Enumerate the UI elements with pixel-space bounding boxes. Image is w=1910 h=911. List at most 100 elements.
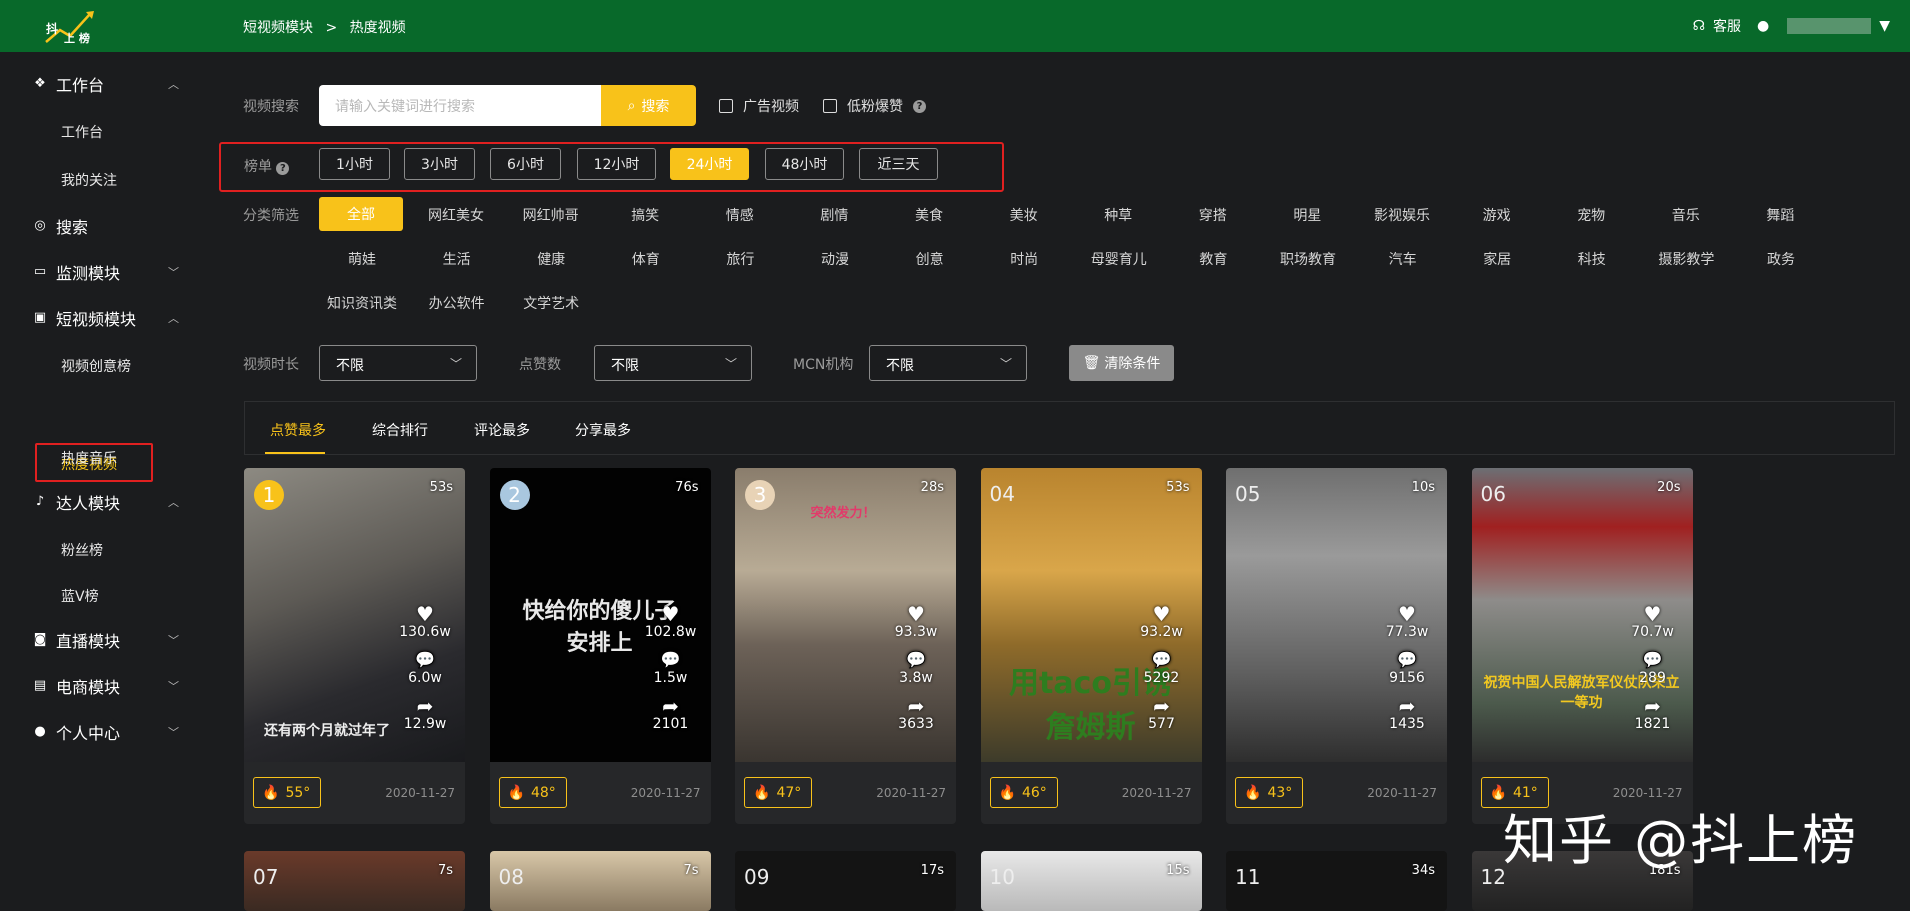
category-item[interactable]: 搞笑 — [605, 205, 685, 225]
clear-conditions-button[interactable]: 🗑 清除条件 — [1069, 345, 1174, 381]
category-item[interactable]: 母婴育儿 — [1079, 249, 1159, 269]
video-thumbnail[interactable]: 04 53s 用taco引诱詹姆斯 ♥ 93.2w 💬 5292 ➦ 577 — [980, 468, 1202, 762]
duration-select[interactable]: 不限 ﹀ — [319, 345, 477, 381]
category-item[interactable]: 旅行 — [700, 249, 780, 269]
category-item[interactable]: 生活 — [417, 249, 497, 269]
category-item[interactable]: 宠物 — [1551, 205, 1631, 225]
sidebar-sub-hot-music[interactable]: 热度音乐 — [61, 448, 117, 468]
category-item[interactable]: 家居 — [1457, 249, 1537, 269]
sidebar-sub-fans-list[interactable]: 粉丝榜 — [61, 540, 103, 560]
likes-count: 77.3w — [1385, 624, 1429, 640]
category-item[interactable]: 影视娱乐 — [1362, 205, 1442, 225]
logo[interactable]: 抖 上 榜 — [40, 8, 104, 46]
video-thumbnail[interactable]: 3 28s 突然发力！ ♥ 93.3w 💬 3.8w ➦ 3633 — [735, 468, 956, 762]
range-12h[interactable]: 12小时 — [577, 148, 656, 180]
help-icon[interactable]: ? — [913, 99, 926, 113]
video-card[interactable]: 04 53s 用taco引诱詹姆斯 ♥ 93.2w 💬 5292 ➦ 577 🔥 46… — [980, 468, 1202, 824]
low-fan-checkbox[interactable]: 低粉爆赞 ? — [823, 96, 926, 116]
sidebar-label: 工作台 — [56, 76, 105, 95]
category-item[interactable]: 萌娃 — [322, 249, 402, 269]
checkbox-box[interactable] — [823, 99, 837, 113]
sidebar-sub-creative-list[interactable]: 视频创意榜 — [61, 356, 131, 376]
range-24h[interactable]: 24小时 — [670, 148, 749, 180]
sidebar-item-search[interactable]: ◎ 搜索 — [0, 206, 204, 246]
range-3days[interactable]: 近三天 — [859, 148, 938, 180]
ad-video-checkbox[interactable]: 广告视频 — [719, 96, 799, 116]
category-item[interactable]: 政务 — [1741, 249, 1821, 269]
category-item[interactable]: 知识资讯类 — [322, 293, 402, 313]
checkbox-box[interactable] — [719, 99, 733, 113]
category-item[interactable]: 音乐 — [1646, 205, 1726, 225]
category-all[interactable]: 全部 — [319, 197, 403, 231]
sidebar-item-workbench[interactable]: ❖ 工作台 ︿ — [0, 64, 204, 104]
category-item[interactable]: 时尚 — [984, 249, 1064, 269]
tab-most-shares[interactable]: 分享最多 — [575, 420, 631, 440]
sidebar-sub-my-follow[interactable]: 我的关注 — [61, 170, 117, 190]
breadcrumb: 短视频模块 > 热度视频 — [243, 17, 414, 37]
video-thumbnail[interactable]: 05 10s ♥ 77.3w 💬 9156 ➦ 1435 — [1226, 468, 1447, 762]
category-item[interactable]: 舞蹈 — [1740, 205, 1820, 225]
category-item[interactable]: 汽车 — [1363, 249, 1443, 269]
rank-badge: 3 — [745, 480, 775, 510]
category-item[interactable]: 种草 — [1078, 205, 1158, 225]
category-item[interactable]: 剧情 — [794, 205, 874, 225]
sidebar-sub-workbench[interactable]: 工作台 — [61, 122, 103, 142]
video-card[interactable]: 11 34s — [1226, 851, 1447, 911]
category-item[interactable]: 网红帅哥 — [511, 205, 591, 225]
heart-icon: ♥ — [1398, 602, 1416, 626]
search-input[interactable]: 请输入关键词进行搜索 — [319, 85, 601, 126]
search-button[interactable]: ⌕ 搜索 — [601, 85, 696, 126]
category-item[interactable]: 情感 — [700, 205, 780, 225]
tab-overall[interactable]: 综合排行 — [372, 420, 428, 440]
sidebar-item-short-video[interactable]: ▣ 短视频模块 ︿ — [0, 298, 204, 338]
likes-select[interactable]: 不限 ﹀ — [594, 345, 752, 381]
category-item[interactable]: 穿搭 — [1173, 205, 1253, 225]
video-card[interactable]: 06 20s 祝贺中国人民解放军仪仗队荣立一等功 ♥ 70.7w 💬 289 ➦ 18… — [1471, 468, 1693, 824]
sidebar-item-monitor[interactable]: ▭ 监测模块 ﹀ — [0, 252, 204, 292]
category-item[interactable]: 动漫 — [795, 249, 875, 269]
category-item[interactable]: 网红美女 — [416, 205, 496, 225]
video-thumbnail[interactable]: 06 20s 祝贺中国人民解放军仪仗队荣立一等功 ♥ 70.7w 💬 289 ➦ 18… — [1471, 468, 1693, 762]
video-card[interactable]: 05 10s ♥ 77.3w 💬 9156 ➦ 1435 🔥 43° 2020-11-… — [1226, 468, 1447, 824]
range-6h[interactable]: 6小时 — [490, 148, 561, 180]
category-item[interactable]: 体育 — [606, 249, 686, 269]
range-48h[interactable]: 48小时 — [765, 148, 844, 180]
tab-most-comments[interactable]: 评论最多 — [474, 420, 530, 440]
video-card[interactable]: 2 76s 快给你的傻儿子安排上 ♥ 102.8w 💬 1.5w ➦ 2101 🔥 4… — [489, 468, 711, 824]
sidebar-item-talent[interactable]: ♪ 达人模块 ︿ — [0, 482, 204, 522]
sidebar-item-live[interactable]: ◙ 直播模块 ﹀ — [0, 620, 204, 660]
sidebar-item-personal[interactable]: ● 个人中心 ﹀ — [0, 712, 204, 752]
category-item[interactable]: 健康 — [511, 249, 591, 269]
category-item[interactable]: 科技 — [1552, 249, 1632, 269]
mcn-select[interactable]: 不限 ﹀ — [869, 345, 1027, 381]
category-item[interactable]: 美妆 — [984, 205, 1064, 225]
category-item[interactable]: 创意 — [890, 249, 970, 269]
video-thumbnail[interactable]: 2 76s 快给你的傻儿子安排上 ♥ 102.8w 💬 1.5w ➦ 2101 — [489, 468, 711, 762]
category-item[interactable]: 明星 — [1267, 205, 1347, 225]
breadcrumb-module[interactable]: 短视频模块 — [243, 20, 313, 36]
dropdown-caret-icon[interactable]: ▼ — [1879, 18, 1890, 34]
category-item[interactable]: 游戏 — [1457, 205, 1537, 225]
range-1h[interactable]: 1小时 — [319, 148, 390, 180]
video-duration: 7s — [683, 863, 699, 878]
category-item[interactable]: 办公软件 — [417, 293, 497, 313]
video-card[interactable]: 3 28s 突然发力！ ♥ 93.3w 💬 3.8w ➦ 3633 🔥 47° 202… — [735, 468, 956, 824]
category-item[interactable]: 美食 — [889, 205, 969, 225]
range-3h[interactable]: 3小时 — [404, 148, 475, 180]
video-thumbnail[interactable]: 1 53s 还有两个月就过年了 ♥ 130.6w 💬 6.0w ➦ 12.9w — [244, 468, 465, 762]
video-card[interactable]: 08 7s — [489, 851, 711, 911]
sidebar-sub-bluev-list[interactable]: 蓝V榜 — [61, 586, 99, 606]
help-icon[interactable]: ? — [276, 162, 290, 175]
sidebar-item-ecommerce[interactable]: ▤ 电商模块 ﹀ — [0, 666, 204, 706]
service-link[interactable]: 客服 — [1713, 16, 1741, 36]
tab-most-likes[interactable]: 点赞最多 — [270, 420, 326, 440]
username[interactable] — [1787, 18, 1872, 34]
category-item[interactable]: 文学艺术 — [511, 293, 591, 313]
video-card[interactable]: 1 53s 还有两个月就过年了 ♥ 130.6w 💬 6.0w ➦ 12.9w 🔥 5… — [244, 468, 465, 824]
category-item[interactable]: 职场教育 — [1268, 249, 1348, 269]
category-item[interactable]: 摄影教学 — [1646, 249, 1726, 269]
video-card[interactable]: 09 17s — [735, 851, 956, 911]
video-card[interactable]: 07 7s — [244, 851, 465, 911]
category-item[interactable]: 教育 — [1173, 249, 1253, 269]
video-card[interactable]: 10 15s — [980, 851, 1202, 911]
